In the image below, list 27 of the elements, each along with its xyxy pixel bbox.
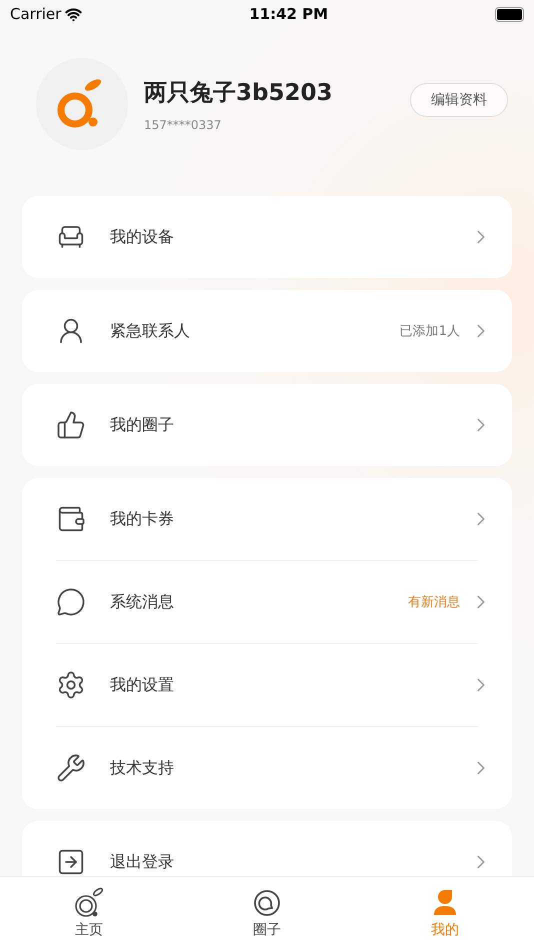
menu-item-status: 已添加1人 xyxy=(400,323,460,340)
phone-number: 157****0337 xyxy=(144,118,222,132)
menu-item-label[interactable]: 技术支持 xyxy=(110,758,446,778)
menu-item-label[interactable]: 我的卡券 xyxy=(110,508,446,530)
chat-circle-icon xyxy=(251,887,283,919)
rabbit-logo-icon xyxy=(73,887,105,919)
tab[interactable]: 圈子 xyxy=(178,877,356,950)
clock-text: 11:42 PM xyxy=(249,5,328,23)
menu-item-label[interactable]: 系统消息 xyxy=(110,592,384,612)
battery-icon xyxy=(494,6,524,22)
tab[interactable]: 主页 xyxy=(0,877,178,950)
thumbs-up-icon xyxy=(56,410,86,440)
menu-item-label[interactable]: 我的圈子 xyxy=(110,414,446,436)
menu-item-label[interactable]: 退出登录 xyxy=(110,852,446,872)
menu-item-label[interactable]: 我的设置 xyxy=(110,674,446,696)
settings-icon xyxy=(56,670,86,700)
exit-icon xyxy=(56,847,86,876)
wrench-icon xyxy=(56,753,86,783)
carrier-text: Carrier xyxy=(10,5,62,23)
user-name: 两只兔子3b5203 xyxy=(144,78,334,108)
wallet-icon xyxy=(56,504,86,534)
menu-item-label[interactable]: 紧急联系人 xyxy=(110,320,376,342)
menu-item-status: 有新消息 xyxy=(408,594,460,611)
chat-icon xyxy=(56,587,86,617)
menu-item-label[interactable]: 我的设备 xyxy=(110,226,446,248)
edit-profile-button[interactable]: 编辑资料 xyxy=(410,83,508,117)
wifi-icon xyxy=(65,6,82,22)
